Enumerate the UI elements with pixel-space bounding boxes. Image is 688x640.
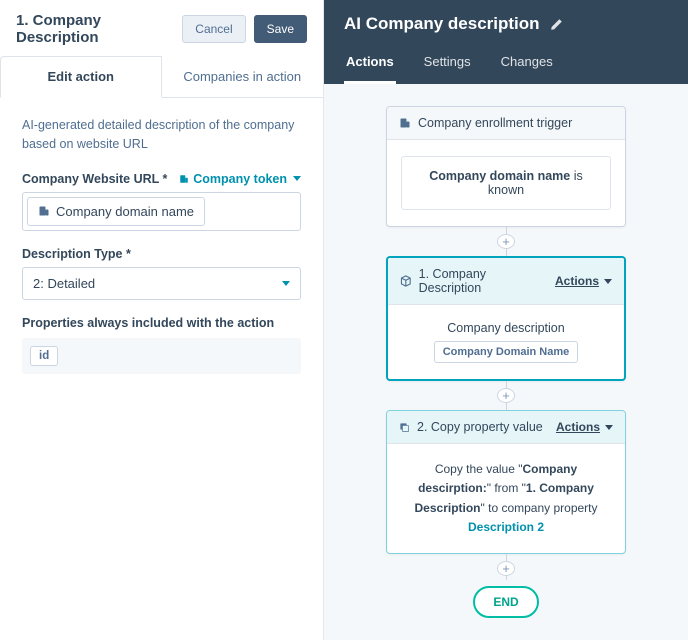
- props-label: Properties always included with the acti…: [22, 316, 301, 330]
- cancel-button[interactable]: Cancel: [182, 15, 245, 43]
- trigger-title: Company enrollment trigger: [418, 116, 572, 130]
- right-header: AI Company description Actions Settings …: [324, 0, 688, 84]
- workflow-canvas: Company enrollment trigger Company domai…: [324, 84, 688, 640]
- tab-actions[interactable]: Actions: [344, 44, 396, 84]
- cube-icon: [400, 275, 412, 287]
- type-value: 2: Detailed: [33, 276, 95, 291]
- step1-actions-menu[interactable]: Actions: [555, 274, 612, 288]
- building-icon: [399, 117, 411, 129]
- left-panel: 1. Company Description Cancel Save Edit …: [0, 0, 324, 640]
- connector: [506, 403, 507, 410]
- trigger-card[interactable]: Company enrollment trigger Company domai…: [386, 106, 626, 227]
- workflow-title: AI Company description: [344, 14, 540, 34]
- connector: [506, 227, 507, 234]
- chevron-down-icon: [605, 425, 613, 430]
- trigger-bold: Company domain name: [429, 169, 570, 183]
- building-icon: [179, 174, 189, 184]
- token-link-text: Company token: [193, 172, 287, 186]
- left-header: 1. Company Description Cancel Save: [0, 0, 323, 56]
- url-input-wrap[interactable]: Company domain name: [22, 192, 301, 231]
- chevron-down-icon: [293, 176, 301, 181]
- building-icon: [38, 205, 50, 217]
- trigger-condition: Company domain name is known: [401, 156, 611, 210]
- company-domain-chip[interactable]: Company domain name: [27, 197, 205, 226]
- step1-chip: Company Domain Name: [434, 341, 579, 363]
- panel-title: 1. Company Description: [16, 12, 182, 46]
- trigger-header: Company enrollment trigger: [387, 107, 625, 140]
- url-label: Company Website URL *: [22, 172, 167, 186]
- step2-description: Copy the value "Company descirption:" fr…: [401, 460, 611, 537]
- url-field: Company Website URL * Company token Comp…: [22, 172, 301, 231]
- step1-desc: Company description: [402, 321, 610, 335]
- description-2-link[interactable]: Description 2: [468, 520, 544, 534]
- step2-card[interactable]: 2. Copy property value Actions Copy the …: [386, 410, 626, 554]
- step2-actions-menu[interactable]: Actions: [556, 420, 613, 434]
- company-token-link[interactable]: Company token: [179, 172, 301, 186]
- props-field: Properties always included with the acti…: [22, 316, 301, 374]
- connector: [506, 576, 507, 580]
- right-tabs: Actions Settings Changes: [344, 44, 668, 84]
- step1-card[interactable]: 1. Company Description Actions Company d…: [386, 256, 626, 381]
- connector: [506, 554, 507, 561]
- step2-title: 2. Copy property value: [417, 420, 543, 434]
- type-label: Description Type *: [22, 247, 301, 261]
- end-node: END: [473, 586, 538, 618]
- tab-changes[interactable]: Changes: [499, 44, 555, 84]
- edit-icon[interactable]: [550, 18, 563, 31]
- step1-title: 1. Company Description: [419, 267, 548, 295]
- tab-settings[interactable]: Settings: [422, 44, 473, 84]
- button-group: Cancel Save: [182, 15, 307, 43]
- save-button[interactable]: Save: [254, 15, 307, 43]
- left-tabs: Edit action Companies in action: [0, 56, 323, 98]
- chevron-down-icon: [604, 279, 612, 284]
- type-select[interactable]: 2: Detailed: [22, 267, 301, 300]
- chip-text: Company domain name: [56, 204, 194, 219]
- left-body: AI-generated detailed description of the…: [0, 98, 323, 408]
- intro-text: AI-generated detailed description of the…: [22, 116, 301, 154]
- copy-icon: [399, 422, 410, 433]
- step1-header: 1. Company Description Actions: [388, 258, 624, 305]
- step2-header: 2. Copy property value Actions: [387, 411, 625, 444]
- connector: [506, 249, 507, 256]
- tab-companies-in-action[interactable]: Companies in action: [162, 56, 324, 97]
- props-box: id: [22, 338, 301, 374]
- add-step-button[interactable]: +: [497, 561, 515, 576]
- tab-edit-action[interactable]: Edit action: [0, 56, 162, 98]
- chevron-down-icon: [282, 281, 290, 286]
- add-step-button[interactable]: +: [497, 234, 515, 249]
- connector: [506, 381, 507, 388]
- type-field: Description Type * 2: Detailed: [22, 247, 301, 300]
- right-panel: AI Company description Actions Settings …: [324, 0, 688, 640]
- add-step-button[interactable]: +: [497, 388, 515, 403]
- id-chip: id: [30, 346, 58, 366]
